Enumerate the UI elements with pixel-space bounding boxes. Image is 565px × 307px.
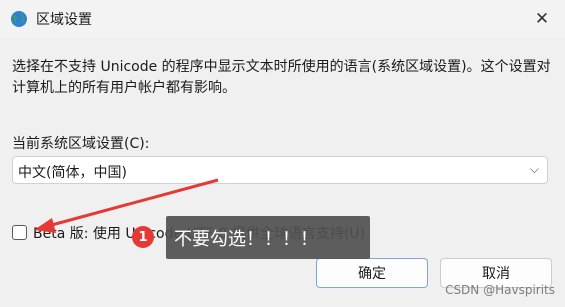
- tooltip-text: 不要勾选！！！！: [174, 229, 318, 250]
- step-badge: 1: [132, 226, 154, 248]
- annotation-tooltip: 不要勾选！！！！: [166, 216, 370, 259]
- ok-button[interactable]: 确定: [316, 258, 428, 288]
- description-text: 选择在不支持 Unicode 的程序中显示文本时所使用的语言(系统区域设置)。这…: [12, 59, 551, 96]
- globe-icon: [11, 11, 27, 27]
- close-icon: ✕: [534, 8, 550, 29]
- system-locale-select[interactable]: 中文(简体，中国) ⌵: [12, 156, 548, 184]
- chevron-down-icon: ⌵: [529, 162, 539, 176]
- window-title: 区域设置: [36, 12, 92, 28]
- beta-utf8-checkbox[interactable]: [12, 225, 27, 240]
- current-locale-label: 当前系统区域设置(C):: [12, 136, 150, 152]
- title-bar: 区域设置 ✕: [0, 0, 565, 37]
- watermark: CSDN @Havspirits: [445, 283, 555, 297]
- system-locale-value: 中文(简体，中国): [18, 165, 127, 181]
- close-button[interactable]: ✕: [519, 0, 565, 37]
